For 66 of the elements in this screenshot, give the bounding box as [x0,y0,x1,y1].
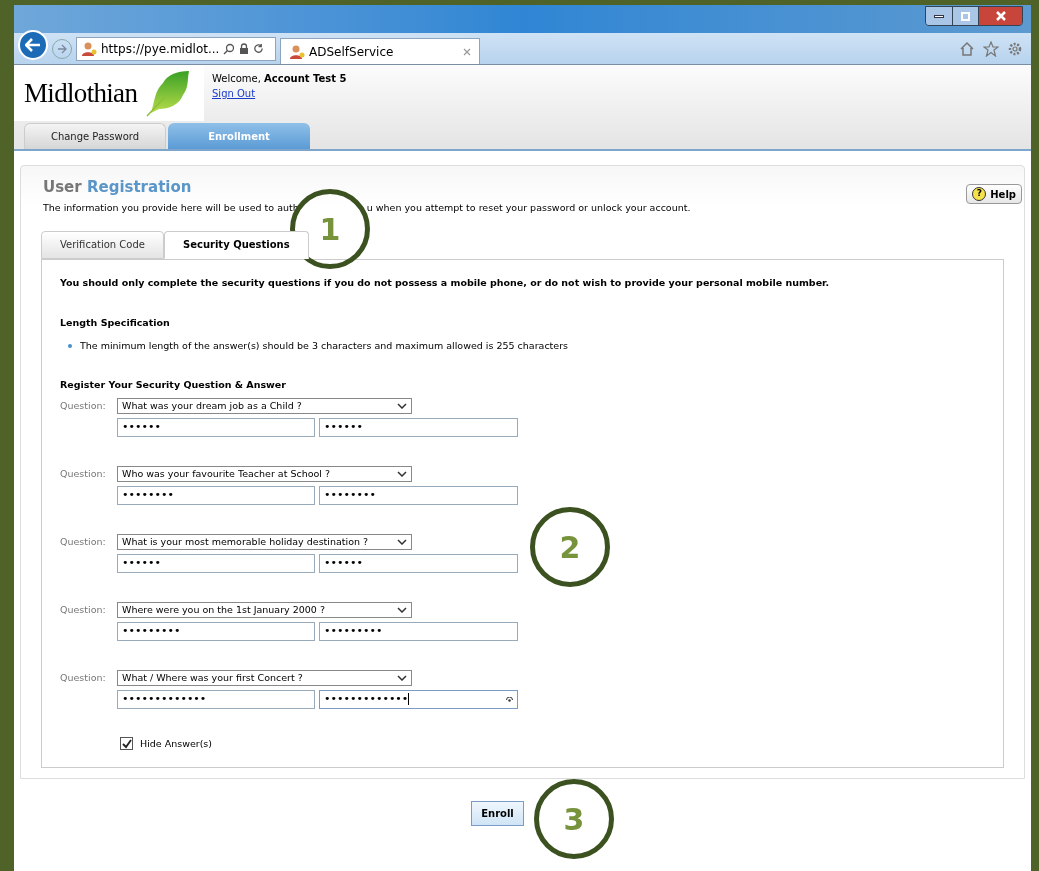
nav-tab[interactable]: Change Password [24,123,166,149]
section-tab[interactable]: Verification Code [41,230,164,259]
question-label: Question: [60,466,107,481]
close-button[interactable] [978,7,1022,25]
confirm-answer-field[interactable]: ••••••••• [319,621,518,641]
chevron-down-icon [397,674,407,681]
notice-text: You should only complete the security questions if you do not possess a mobile phone, or do not wish to provide your personal mobile number. [60,275,831,290]
answer-field[interactable]: ••••••••••••• [117,689,315,709]
refresh-icon[interactable] [253,43,265,54]
address-bar[interactable]: https://pye.midlot... [76,36,276,61]
confirm-answer-field[interactable]: •••••••• [319,485,518,505]
address-text: https://pye.midlot... [101,40,220,58]
step-callout: 3 [534,779,614,859]
settings-icon[interactable] [1007,40,1023,57]
leaf-icon [145,69,192,117]
user-key-icon [289,43,305,60]
user-key-icon [81,40,97,57]
help-button[interactable]: ? Help [966,184,1022,204]
star-icon[interactable] [983,40,999,57]
section-tab[interactable]: Security Questions [163,230,309,259]
lock-icon [239,42,250,55]
restore-button[interactable] [952,7,978,25]
question-dropdown[interactable]: What is your most memorable holiday destination ? [117,533,412,550]
reveal-icon[interactable] [506,696,513,702]
question-label: Question: [60,534,107,549]
arrow-left-icon [25,37,41,52]
question-dropdown[interactable]: What was your dream job as a Child ? [117,397,412,414]
logo-text: Midlothian [24,76,138,110]
close-icon[interactable] [463,47,471,56]
chevron-down-icon [397,402,407,409]
minimize-button[interactable] [926,7,952,25]
rule-text: The minimum length of the answer(s) should be 3 characters and maximum allowed is 255 characters [80,339,569,354]
bullet-icon [68,344,72,349]
answer-field[interactable]: •••••• [117,553,315,573]
close-icon [995,11,1006,21]
home-icon[interactable] [959,40,975,57]
question-dropdown[interactable]: Where were you on the 1st January 2000 ? [117,601,412,618]
tab-title: ADSelfService [309,43,395,61]
step-callout: 2 [530,507,610,587]
enroll-button[interactable]: Enroll [471,801,524,826]
question-label: Question: [60,670,107,685]
arrow-right-icon [57,43,67,54]
section-heading: Length Specification [60,316,171,330]
question-label: Question: [60,602,107,617]
search-icon[interactable] [223,42,236,55]
welcome-text: Welcome, Account Test 5 [212,72,347,86]
answer-field[interactable]: ••••••••• [117,621,315,641]
chevron-down-icon [397,470,407,477]
answer-field[interactable]: •••••• [117,417,315,437]
question-label: Question: [60,398,107,413]
browser-tab[interactable]: ADSelfService [280,38,480,64]
checkbox[interactable] [120,737,133,751]
answer-field[interactable]: •••••••• [117,485,315,505]
back-button[interactable] [18,29,48,60]
question-dropdown[interactable]: Who was your favourite Teacher at School ? [117,465,412,482]
description-text: u when you attempt to reset your password or unlock your account. [366,200,691,215]
confirm-answer-field[interactable]: •••••• [319,553,518,573]
chevron-down-icon [397,606,407,613]
page-title: User Registration [43,177,193,198]
confirm-answer-field[interactable]: •••••• [319,417,518,437]
checkbox-label: Hide Answer(s) [140,736,213,751]
confirm-answer-field[interactable]: ••••••••••••• [319,689,518,709]
sign-out-link[interactable]: Sign Out [212,86,347,101]
question-dropdown[interactable]: What / Where was your first Concert ? [117,669,412,686]
section-heading: Register Your Security Question & Answer [60,377,287,392]
chevron-down-icon [397,538,407,545]
